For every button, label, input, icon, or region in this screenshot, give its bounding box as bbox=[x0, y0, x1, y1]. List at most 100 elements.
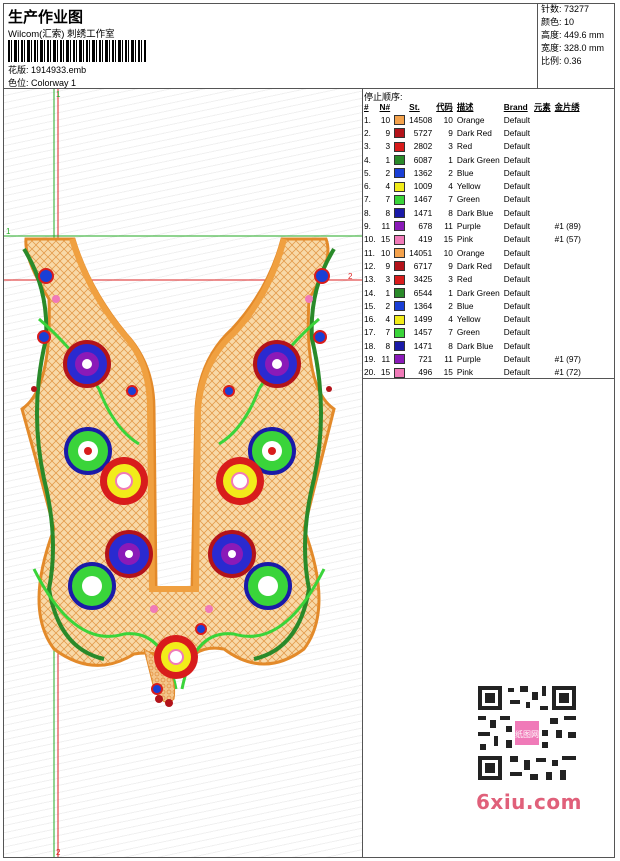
cell-code: 10 bbox=[443, 114, 453, 125]
color-swatch bbox=[392, 339, 407, 352]
cell-description: Purple bbox=[456, 221, 481, 232]
cell-index: 15. bbox=[364, 300, 376, 311]
cell-sequin bbox=[553, 273, 583, 286]
table-row: 3. 3 2802 3 Red Default bbox=[362, 140, 583, 153]
table-header: # N# St. 代码 描述 Brand 元素 金片绣 bbox=[362, 101, 583, 113]
flower-yellow-bottom bbox=[154, 635, 198, 679]
cell-element bbox=[532, 126, 553, 139]
cell-needle: 10 bbox=[380, 114, 391, 125]
cell-sequin bbox=[553, 259, 583, 272]
cell-description: Red bbox=[456, 141, 473, 152]
cell-sequin: #1 (57) bbox=[554, 234, 581, 245]
cell-brand: Default bbox=[503, 154, 531, 165]
cell-index: 4. bbox=[364, 154, 371, 165]
guide-label-top: 1 bbox=[56, 90, 61, 99]
cell-description: Dark Green bbox=[456, 287, 500, 298]
cell-sequin bbox=[553, 179, 583, 192]
color-swatch-icon bbox=[394, 354, 406, 365]
col-sequin: 金片绣 bbox=[554, 102, 580, 112]
table-row: 12. 9 6717 9 Dark Red Default bbox=[362, 259, 583, 272]
flower-blue-left-top bbox=[63, 340, 111, 388]
cell-code: 8 bbox=[448, 207, 453, 218]
stat-stitches: 针数: 73277 bbox=[541, 4, 590, 14]
table-row: 8. 8 1471 8 Dark Blue Default bbox=[362, 206, 583, 219]
cell-sequin bbox=[553, 326, 583, 339]
cell-index: 9. bbox=[364, 221, 371, 232]
cell-stitches: 496 bbox=[418, 367, 433, 378]
cell-needle: 7 bbox=[385, 194, 391, 205]
cell-description: Blue bbox=[456, 167, 474, 178]
cell-needle: 9 bbox=[385, 260, 391, 271]
table-row: 5. 2 1362 2 Blue Default bbox=[362, 166, 583, 179]
cell-stitches: 5727 bbox=[413, 127, 433, 138]
design-canvas[interactable]: 1 1 2 2 bbox=[4, 89, 362, 857]
guide-label-left: 1 bbox=[6, 227, 11, 236]
flower-green-left bbox=[64, 427, 112, 475]
color-swatch-icon bbox=[394, 115, 406, 126]
table-row: 1. 10 14508 10 Orange Default bbox=[362, 113, 583, 126]
cell-element bbox=[532, 193, 553, 206]
cell-element bbox=[532, 233, 553, 246]
cell-brand: Default bbox=[503, 127, 531, 138]
cell-description: Red bbox=[456, 274, 473, 285]
cell-element bbox=[532, 352, 553, 365]
color-swatch-icon bbox=[394, 341, 406, 352]
cell-sequin bbox=[553, 113, 583, 126]
color-swatch bbox=[392, 166, 407, 179]
cell-code: 1 bbox=[448, 287, 453, 298]
cell-index: 6. bbox=[364, 181, 371, 192]
cell-index: 5. bbox=[364, 167, 371, 178]
cell-stitches: 419 bbox=[418, 234, 433, 245]
color-swatch bbox=[392, 286, 407, 299]
design-label: 花版: bbox=[8, 65, 29, 75]
color-swatch bbox=[392, 206, 407, 219]
table-row: 4. 1 6087 1 Dark Green Default bbox=[362, 153, 583, 166]
cell-element bbox=[532, 113, 553, 126]
cell-stitches: 1362 bbox=[413, 167, 433, 178]
cell-stitches: 1471 bbox=[413, 340, 433, 351]
col-brand: Brand bbox=[503, 102, 528, 112]
cell-description: Dark Blue bbox=[456, 340, 494, 351]
cell-description: Dark Red bbox=[456, 127, 492, 138]
table-row: 17. 7 1457 7 Green Default bbox=[362, 326, 583, 339]
design-file: 1914933.emb bbox=[31, 65, 87, 75]
color-swatch-icon bbox=[394, 208, 406, 219]
cell-brand: Default bbox=[503, 274, 531, 285]
col-code: 代码 bbox=[436, 102, 453, 112]
cell-brand: Default bbox=[503, 340, 531, 351]
stats-panel: 针数: 73277 颜色: 10 高度: 449.6 mm 宽度: 328.0 … bbox=[537, 3, 616, 88]
cell-description: Orange bbox=[456, 247, 485, 258]
color-swatch bbox=[392, 140, 407, 153]
cell-code: 11 bbox=[444, 221, 453, 232]
cell-brand: Default bbox=[503, 327, 531, 338]
col-element: 元素 bbox=[534, 102, 551, 112]
cell-brand: Default bbox=[503, 114, 531, 125]
qr-code: 纸图网 bbox=[470, 680, 584, 786]
cell-brand: Default bbox=[503, 167, 531, 178]
cell-element bbox=[532, 326, 553, 339]
cell-needle: 2 bbox=[385, 300, 391, 311]
cell-needle: 3 bbox=[385, 141, 391, 152]
cell-stitches: 1467 bbox=[413, 194, 433, 205]
table-row: 10. 15 419 15 Pink Default #1 (57) bbox=[362, 233, 583, 246]
col-description: 描述 bbox=[456, 102, 474, 112]
cell-brand: Default bbox=[503, 260, 531, 271]
cell-sequin bbox=[553, 299, 583, 312]
flower-blue-right-bottom bbox=[208, 530, 256, 578]
cell-needle: 7 bbox=[385, 327, 391, 338]
cell-brand: Default bbox=[503, 367, 531, 378]
cell-stitches: 1457 bbox=[413, 327, 433, 338]
col-index: # bbox=[364, 102, 369, 112]
cell-code: 2 bbox=[448, 167, 453, 178]
cell-code: 7 bbox=[448, 194, 453, 205]
cell-stitches: 721 bbox=[418, 353, 433, 364]
cell-sequin bbox=[553, 246, 583, 259]
cell-stitches: 2802 bbox=[413, 141, 433, 152]
cell-needle: 8 bbox=[385, 340, 391, 351]
cell-stitches: 3425 bbox=[413, 274, 433, 285]
cell-brand: Default bbox=[503, 194, 531, 205]
cell-description: Purple bbox=[456, 353, 481, 364]
table-row: 13. 3 3425 3 Red Default bbox=[362, 273, 583, 286]
cell-code: 2 bbox=[448, 300, 453, 311]
cell-code: 15 bbox=[443, 234, 453, 245]
